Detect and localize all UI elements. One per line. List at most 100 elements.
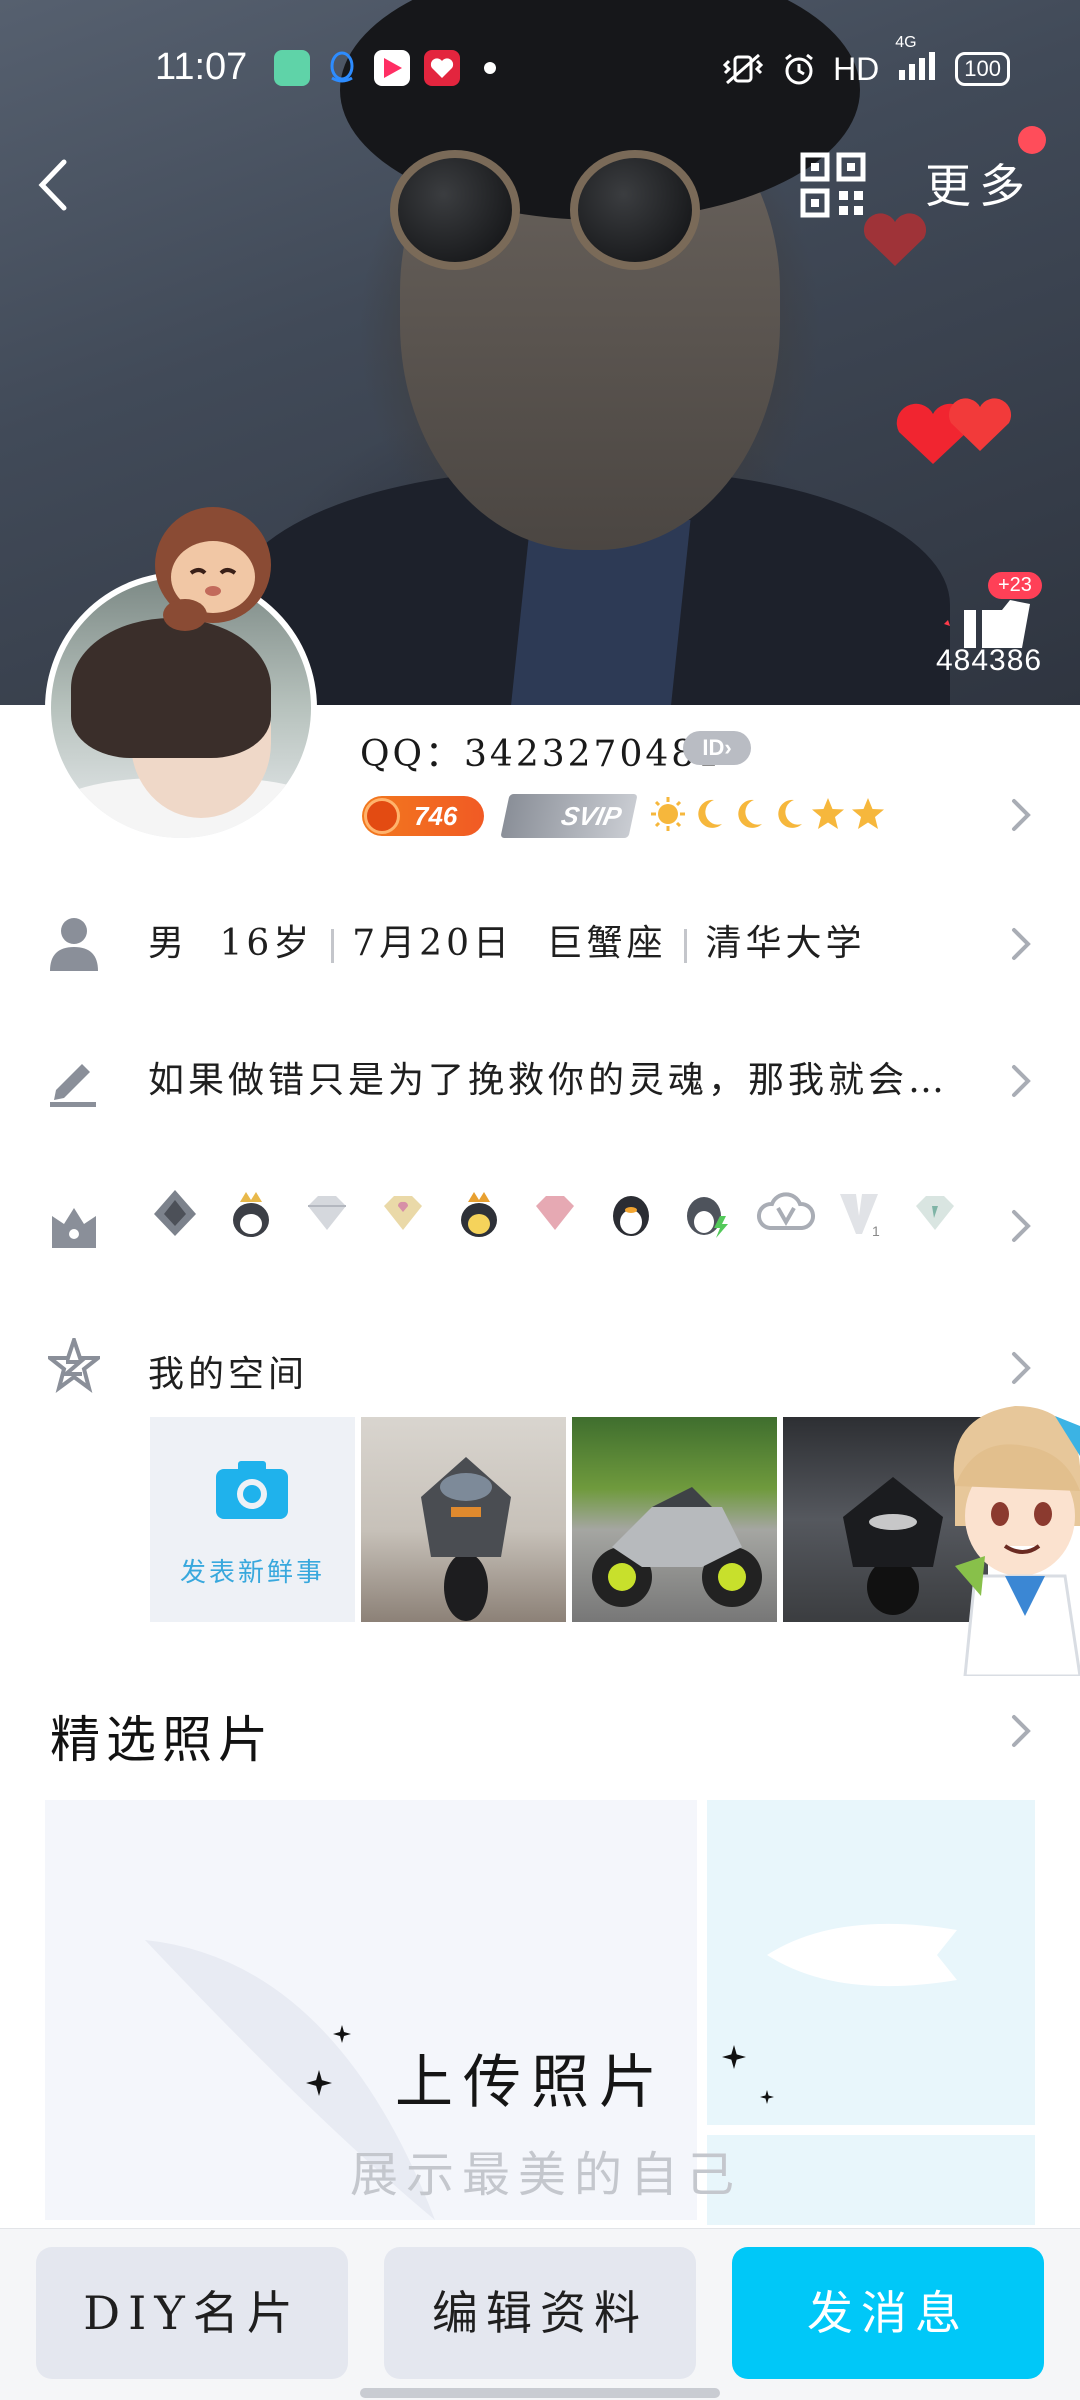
- penguin-lightning-icon: [680, 1186, 734, 1240]
- motorcycle-image: [421, 1457, 511, 1621]
- featured-photo-slot[interactable]: [707, 1800, 1035, 2125]
- bottom-action-bar: DIY名片 编辑资料 发消息: [0, 2228, 1080, 2400]
- heart-app-icon: [424, 50, 460, 86]
- notification-app-icon: [274, 50, 310, 86]
- space-photo[interactable]: [572, 1417, 777, 1622]
- level-coin-icon: [364, 798, 400, 834]
- divider: [331, 929, 335, 963]
- qzone-star-icon: [48, 1338, 100, 1393]
- personal-info-row[interactable]: 男 16岁 7月20日 巨蟹座 清华大学: [148, 914, 865, 966]
- cloud-watermark-icon: [767, 1923, 957, 1987]
- home-indicator[interactable]: [360, 2388, 720, 2398]
- penguin-crown-icon: [224, 1186, 278, 1240]
- svip-badge[interactable]: SVIP: [500, 794, 638, 838]
- gender: 男: [148, 923, 189, 964]
- moon-level-icon: [698, 799, 722, 828]
- heart-decoration-icon: [948, 398, 1012, 451]
- moon-level-icon: [778, 799, 802, 828]
- post-new-label: 发表新鲜事: [179, 1558, 325, 1588]
- sun-level-icon: [651, 797, 685, 831]
- id-badge-label: ID: [702, 735, 725, 760]
- school: 清华大学: [705, 923, 866, 964]
- space-photo[interactable]: [361, 1417, 566, 1622]
- heart-decoration-icon: [863, 213, 927, 266]
- diy-card-button[interactable]: DIY名片: [36, 2247, 348, 2379]
- svg-text:1: 1: [872, 1223, 880, 1239]
- status-time: 11:07: [155, 46, 248, 88]
- featured-photos-title[interactable]: 精选照片: [50, 1700, 274, 1772]
- pencil-icon: [50, 1064, 96, 1107]
- chevron-right-icon[interactable]: [1010, 1713, 1032, 1749]
- sparkle-icon: [760, 2090, 774, 2104]
- qq-number[interactable]: QQ：3423270481: [360, 725, 723, 777]
- qq-notification-icon: [324, 50, 360, 86]
- likes-count: 484386: [936, 644, 1043, 677]
- likes-delta-badge: +23: [988, 572, 1042, 599]
- motorcycle-image: [592, 1487, 762, 1607]
- space-photo-strip: 发表新鲜事: [150, 1417, 988, 1622]
- signal-label: 4G: [895, 34, 917, 51]
- moon-level-icon: [738, 799, 762, 828]
- status-right-icons: HD 4G 100: [721, 34, 1010, 90]
- star-level-icon: [812, 798, 844, 829]
- level-icons[interactable]: [650, 796, 886, 832]
- edit-profile-button[interactable]: 编辑资料: [384, 2247, 696, 2379]
- penguin-icon: [604, 1186, 658, 1240]
- diamond-emblem-icon: [148, 1186, 202, 1240]
- vibrate-icon: [722, 53, 764, 85]
- video-app-icon: [374, 50, 410, 86]
- chevron-right-icon[interactable]: [1010, 797, 1032, 833]
- divider: [684, 929, 688, 963]
- badges-row[interactable]: 1: [148, 1186, 962, 1240]
- signature-row[interactable]: 如果做错只是为了挽救你的灵魂，那我就会…: [148, 1051, 948, 1103]
- battery-indicator: 100: [955, 52, 1010, 86]
- camera-icon: [216, 1461, 288, 1519]
- qr-code-icon: [800, 152, 866, 218]
- chevron-right-icon[interactable]: [1010, 1063, 1032, 1099]
- alarm-icon: [785, 53, 813, 85]
- chevron-right-icon[interactable]: [1010, 926, 1032, 962]
- featured-photo-slot[interactable]: [707, 2135, 1035, 2225]
- id-badge[interactable]: ID›: [683, 731, 751, 765]
- avatar-hair: [71, 618, 271, 758]
- post-new-button[interactable]: 发表新鲜事: [150, 1417, 355, 1622]
- more-button[interactable]: 更多: [925, 150, 1033, 216]
- notification-red-dot: [1018, 126, 1046, 154]
- chevron-right-icon[interactable]: [1010, 1350, 1032, 1386]
- sparkle-icon: [722, 2045, 746, 2069]
- chevron-left-icon: [38, 159, 67, 211]
- age: 16岁: [219, 923, 314, 964]
- monkey-pendant-icon: [155, 507, 271, 631]
- send-message-button[interactable]: 发消息: [732, 2247, 1044, 2379]
- crystal-diamond-icon: [908, 1186, 962, 1240]
- zodiac: 巨蟹座: [546, 923, 667, 964]
- more-notifications-dot: [484, 62, 496, 74]
- upload-photo-title[interactable]: 上传照片: [395, 2035, 667, 2119]
- gold-diamond-icon: [376, 1186, 430, 1240]
- sparkle-icon: [333, 2025, 351, 2043]
- person-icon: [50, 918, 98, 971]
- birthday: 7月20日: [352, 923, 513, 964]
- hd-indicator: HD: [833, 50, 880, 87]
- pink-diamond-icon: [528, 1186, 582, 1240]
- penguin-king-icon: [452, 1186, 506, 1240]
- cover-sunglasses-right: [570, 150, 700, 270]
- chevron-right-icon[interactable]: [1010, 1208, 1032, 1244]
- my-space-title[interactable]: 我的空间: [148, 1345, 308, 1397]
- upload-photo-subtitle: 展示最美的自己: [350, 2147, 743, 2203]
- star-level-icon: [852, 798, 884, 829]
- qq-level-badge[interactable]: 746: [362, 796, 484, 836]
- back-button[interactable]: [28, 150, 78, 220]
- crown-box-icon: [52, 1208, 96, 1248]
- sparkle-icon: [306, 2070, 332, 2096]
- status-bar: 11:07 HD 4G 100: [0, 0, 1080, 130]
- silver-diamond-icon: [300, 1186, 354, 1240]
- cover-sunglasses-left: [390, 150, 520, 270]
- qr-code-button[interactable]: [800, 152, 866, 218]
- v-badge-icon: 1: [832, 1186, 886, 1240]
- level-number: 746: [414, 801, 458, 831]
- anime-character-sticker: [953, 1406, 1080, 1676]
- signal-icon: 4G: [895, 34, 939, 90]
- status-notification-icons: [274, 50, 496, 86]
- v-cloud-icon: [756, 1186, 815, 1240]
